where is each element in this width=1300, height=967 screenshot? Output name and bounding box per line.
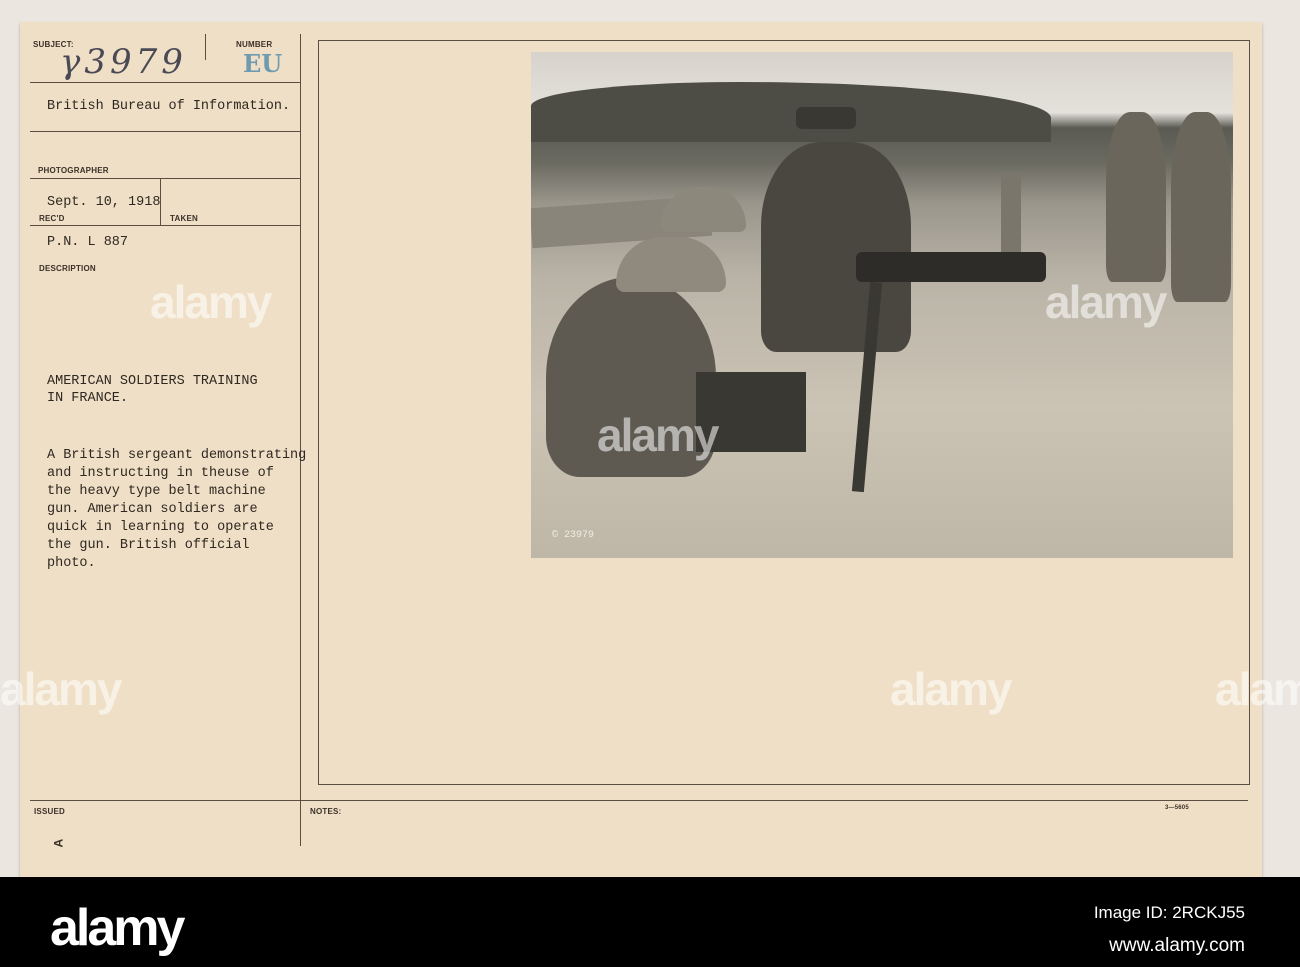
description-line: A British sergeant demonstrating [47, 448, 307, 463]
watermark: alamy [150, 276, 272, 328]
photo-caption: © 23979 [552, 530, 595, 541]
alamy-logo: alamy [50, 899, 185, 957]
watermark: alamy [597, 409, 719, 461]
watermark: alamy [890, 663, 1012, 715]
description-line: and instructing in theuse of [47, 466, 274, 481]
description-line: the gun. British official [47, 538, 250, 553]
image-id: Image ID: 2RCKJ55 [1093, 903, 1245, 922]
description-line: photo. [47, 556, 96, 571]
watermark: alamy [1215, 663, 1300, 715]
description-label: DESCRIPTION [39, 264, 96, 273]
subject-number-handwritten: γ3979 [60, 42, 187, 82]
title-line-1: AMERICAN SOLDIERS TRAINING [47, 374, 258, 389]
title-line-2: IN FRANCE. [47, 391, 129, 406]
site-url[interactable]: www.alamy.com [1109, 935, 1245, 957]
number-stamp: EU [243, 49, 283, 78]
number-label: NUMBER [236, 40, 273, 49]
date-text: Sept. 10, 1918 [47, 195, 161, 210]
taken-label: TAKEN [170, 214, 198, 223]
notes-label: NOTES: [310, 807, 342, 816]
watermark: alamy [0, 663, 122, 715]
recd-label: REC'D [39, 214, 65, 223]
issued-mark: A [51, 838, 66, 848]
description-line: gun. American soldiers are [47, 502, 258, 517]
source-text: British Bureau of Information. [47, 99, 291, 114]
description-line: the heavy type belt machine [47, 484, 266, 499]
photographer-label: PHOTOGRAPHER [38, 166, 109, 175]
form-number: 3—5605 [1165, 805, 1189, 811]
pn-text: P.N. L 887 [47, 235, 129, 250]
description-line: quick in learning to operate [47, 520, 274, 535]
issued-label: ISSUED [34, 807, 65, 816]
watermark: alamy [1045, 276, 1167, 328]
